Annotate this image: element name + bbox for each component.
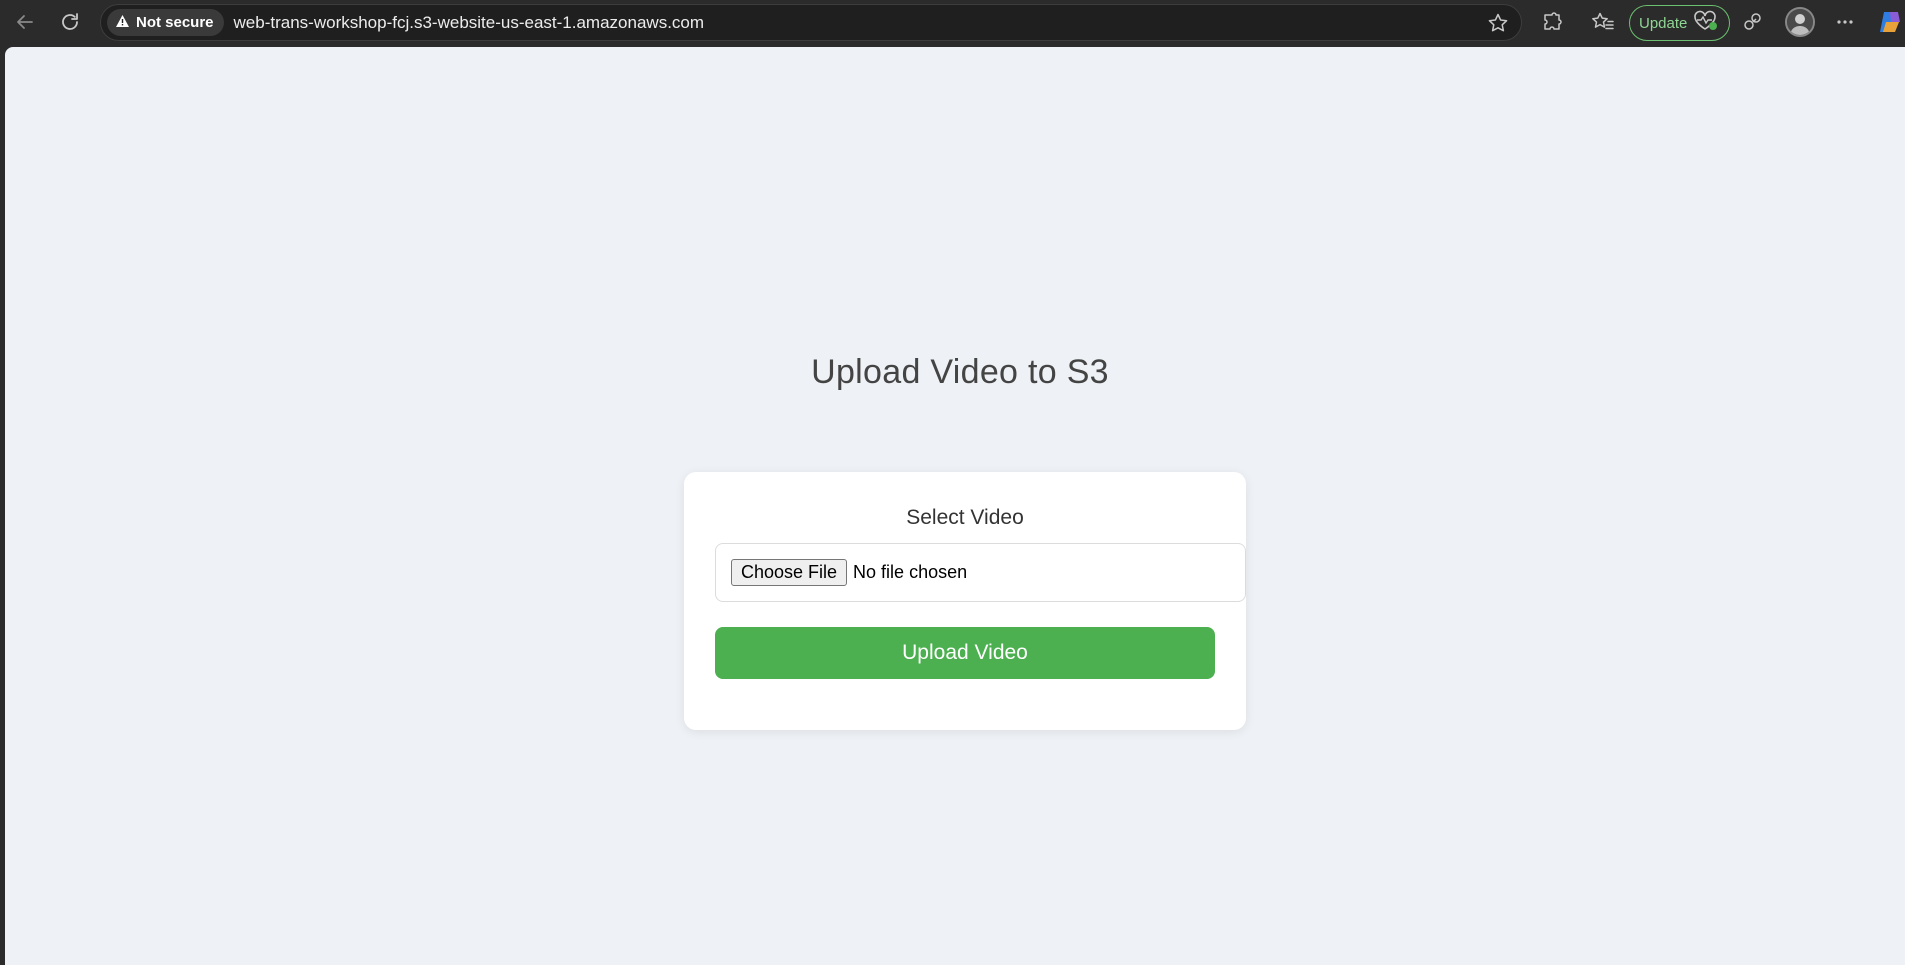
- update-label: Update: [1639, 14, 1688, 32]
- copilot-icon[interactable]: [1875, 7, 1905, 37]
- site-info-chip[interactable]: Not secure: [107, 9, 224, 36]
- security-label: Not secure: [136, 14, 214, 31]
- upload-video-button[interactable]: Upload Video: [715, 627, 1215, 679]
- browser-essentials-icon: [1693, 10, 1719, 36]
- favorites-icon[interactable]: [1588, 7, 1618, 37]
- profile-avatar[interactable]: [1785, 7, 1815, 37]
- select-video-label: Select Video: [906, 506, 1024, 529]
- more-menu-icon[interactable]: [1830, 7, 1860, 37]
- favorite-star-icon[interactable]: [1487, 12, 1509, 39]
- file-input[interactable]: Choose File No file chosen: [715, 543, 1246, 602]
- warning-icon: [115, 14, 130, 32]
- file-status-text: No file chosen: [853, 562, 968, 582]
- browser-toolbar: Not secure web-trans-workshop-fcj.s3-web…: [0, 0, 1905, 44]
- back-arrow-icon[interactable]: [10, 7, 40, 37]
- update-button[interactable]: Update: [1629, 5, 1730, 41]
- reload-icon[interactable]: [55, 7, 85, 37]
- page-viewport: Upload Video to S3 Select Video Choose F…: [5, 47, 1905, 965]
- choose-file-button[interactable]: Choose File: [731, 559, 848, 586]
- collections-icon[interactable]: [1738, 7, 1768, 37]
- url-text[interactable]: web-trans-workshop-fcj.s3-website-us-eas…: [234, 13, 705, 33]
- extensions-icon[interactable]: [1537, 7, 1567, 37]
- address-bar[interactable]: Not secure web-trans-workshop-fcj.s3-web…: [100, 4, 1522, 41]
- upload-form-card: Select Video Choose File No file chosen …: [684, 472, 1246, 730]
- page-title: Upload Video to S3: [811, 353, 1109, 391]
